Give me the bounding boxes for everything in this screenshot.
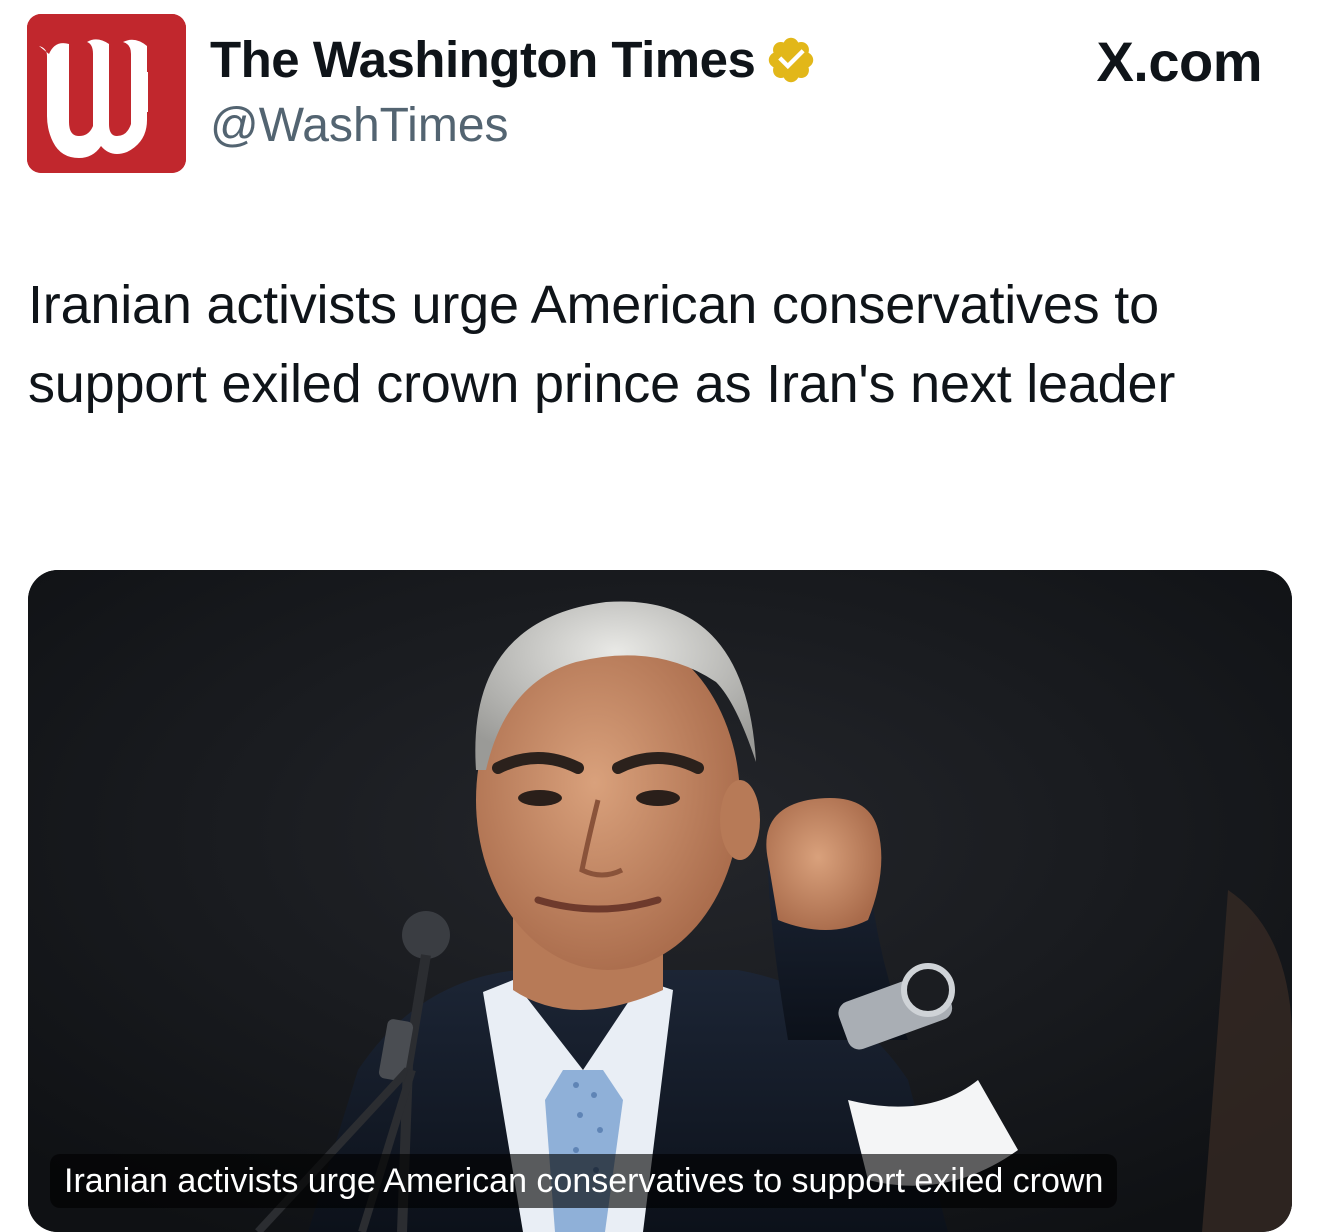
account-avatar[interactable] bbox=[27, 14, 186, 173]
media-caption: Iranian activists urge American conserva… bbox=[50, 1154, 1118, 1208]
tweet-media-card[interactable]: Iranian activists urge American conserva… bbox=[28, 570, 1292, 1232]
media-photo bbox=[28, 570, 1292, 1232]
tweet-text: Iranian activists urge American conserva… bbox=[28, 275, 1176, 414]
source-site-label: X.com bbox=[1096, 30, 1262, 93]
account-name[interactable]: The Washington Times bbox=[210, 30, 817, 90]
account-handle[interactable]: @WashTimes bbox=[210, 96, 509, 156]
account-name-text[interactable]: The Washington Times bbox=[210, 30, 756, 90]
verified-badge-icon bbox=[769, 37, 814, 83]
washington-times-logo-icon bbox=[27, 14, 186, 173]
